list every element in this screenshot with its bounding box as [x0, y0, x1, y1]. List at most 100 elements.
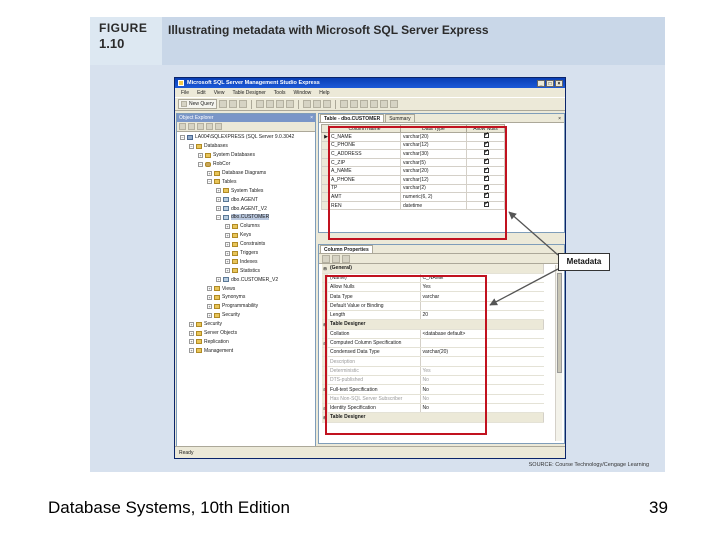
tree-node[interactable]: + Statistics: [177, 266, 315, 275]
toolbar-button[interactable]: [390, 100, 399, 108]
tree-node[interactable]: + dbo.AGENT_V2: [177, 204, 315, 213]
expand-icon[interactable]: +: [216, 188, 221, 194]
tree-node[interactable]: + dbo.CUSTOMER_V2: [177, 275, 315, 284]
categorized-icon[interactable]: [322, 254, 330, 263]
expand-icon[interactable]: +: [189, 339, 194, 345]
tab-table-customer[interactable]: Table - dbo.CUSTOMER: [320, 114, 385, 122]
menu-item-table-designer[interactable]: Table Designer: [232, 90, 265, 96]
close-icon[interactable]: ×: [555, 79, 563, 87]
expand-icon[interactable]: +: [189, 321, 194, 327]
toolbar-button[interactable]: [276, 100, 285, 108]
expand-icon[interactable]: +: [225, 232, 230, 238]
figure-header: FIGURE 1.10 Illustrating metadata with M…: [90, 17, 665, 65]
tab-column-properties[interactable]: Column Properties: [320, 245, 373, 253]
toolbar-button[interactable]: [360, 100, 369, 108]
filter-icon[interactable]: [215, 123, 222, 130]
tree-node-label: Server Objects: [204, 330, 238, 337]
tree-node[interactable]: + dbo.AGENT: [177, 195, 315, 204]
toolbar-button[interactable]: [256, 100, 265, 108]
toolbar-button[interactable]: [313, 100, 322, 108]
tree-node[interactable]: + Synonyms: [177, 293, 315, 302]
toolbar-button[interactable]: [266, 100, 275, 108]
menu-item-view[interactable]: View: [214, 90, 225, 96]
tree-node[interactable]: + Management: [177, 346, 315, 355]
expand-icon[interactable]: +: [216, 197, 221, 203]
alphabetical-icon[interactable]: [332, 254, 340, 263]
expand-icon[interactable]: +: [216, 206, 221, 212]
collapse-icon[interactable]: −: [207, 179, 212, 185]
expand-icon[interactable]: +: [216, 277, 221, 283]
window-titlebar[interactable]: Microsoft SQL Server Management Studio E…: [175, 78, 565, 88]
expand-icon[interactable]: +: [207, 170, 212, 176]
expand-icon[interactable]: +: [225, 223, 230, 229]
menu-item-window[interactable]: Window: [293, 90, 311, 96]
menu-item-tools[interactable]: Tools: [274, 90, 286, 96]
expand-icon[interactable]: +: [207, 303, 212, 309]
expand-icon[interactable]: +: [189, 348, 194, 354]
maximize-icon[interactable]: □: [546, 79, 554, 87]
tree-node[interactable]: + System Tables: [177, 186, 315, 195]
toolbar-button[interactable]: [380, 100, 389, 108]
tree-node[interactable]: + Indexes: [177, 257, 315, 266]
expand-icon[interactable]: +: [207, 286, 212, 292]
connect-icon[interactable]: [179, 123, 186, 130]
properties-scrollbar[interactable]: [555, 265, 562, 441]
tree-node[interactable]: − RobCor: [177, 160, 315, 169]
toolbar-button[interactable]: [323, 100, 332, 108]
refresh-icon[interactable]: [206, 123, 213, 130]
tree-node[interactable]: + Columns: [177, 222, 315, 231]
tree-node[interactable]: + System Databases: [177, 151, 315, 160]
toolbar-button[interactable]: [219, 100, 228, 108]
tree-node[interactable]: + Programmability: [177, 302, 315, 311]
expand-icon[interactable]: +: [225, 268, 230, 274]
disconnect-icon[interactable]: [188, 123, 195, 130]
new-query-button[interactable]: New Query: [178, 99, 218, 109]
tree-node-label: RobCor: [213, 161, 231, 168]
expand-icon[interactable]: +: [225, 250, 230, 256]
tree-node[interactable]: − LA004\SQLEXPRESS (SQL Server 9.0.3042: [177, 133, 315, 142]
close-icon[interactable]: ×: [558, 116, 561, 122]
expand-icon[interactable]: +: [207, 312, 212, 318]
expand-icon[interactable]: +: [207, 294, 212, 300]
collapse-icon[interactable]: −: [216, 214, 221, 220]
expand-icon[interactable]: +: [189, 330, 194, 336]
close-icon[interactable]: ×: [310, 114, 313, 122]
tree-node-label: Security: [222, 312, 241, 319]
toolbar-button[interactable]: [229, 100, 238, 108]
toolbar-button[interactable]: [370, 100, 379, 108]
tree-node[interactable]: − dbo.CUSTOMER: [177, 213, 315, 222]
property-category[interactable]: ⊟ (General): [322, 264, 544, 274]
tree-node[interactable]: + Triggers: [177, 249, 315, 258]
toolbar-button[interactable]: [239, 100, 248, 108]
minimize-icon[interactable]: _: [537, 79, 545, 87]
menu-item-help[interactable]: Help: [319, 90, 329, 96]
tree-node[interactable]: − Tables: [177, 177, 315, 186]
toolbar-button[interactable]: [350, 100, 359, 108]
collapse-icon[interactable]: −: [198, 161, 203, 167]
tree-node[interactable]: − Databases: [177, 142, 315, 151]
tree-node-label: LA004\SQLEXPRESS (SQL Server 9.0.3042: [195, 134, 295, 141]
stop-icon[interactable]: [197, 123, 204, 130]
tree-node[interactable]: + Constraints: [177, 240, 315, 249]
figure: FIGURE 1.10 Illustrating metadata with M…: [90, 17, 665, 472]
property-pages-icon[interactable]: [342, 254, 350, 263]
expand-icon[interactable]: +: [225, 259, 230, 265]
tree-node[interactable]: + Security: [177, 311, 315, 320]
scrollbar-thumb[interactable]: [557, 273, 562, 373]
collapse-icon[interactable]: −: [180, 134, 185, 140]
menu-item-edit[interactable]: Edit: [197, 90, 206, 96]
tree-node[interactable]: + Keys: [177, 231, 315, 240]
toolbar-button[interactable]: [286, 100, 295, 108]
toolbar-button[interactable]: [303, 100, 312, 108]
menu-item-file[interactable]: File: [181, 90, 189, 96]
tab-summary[interactable]: Summary: [385, 114, 415, 122]
collapse-icon[interactable]: −: [189, 143, 194, 149]
tree-node[interactable]: + Replication: [177, 337, 315, 346]
tree-node[interactable]: + Server Objects: [177, 329, 315, 338]
tree-node[interactable]: + Database Diagrams: [177, 169, 315, 178]
tree-node[interactable]: + Security: [177, 320, 315, 329]
expand-icon[interactable]: +: [198, 152, 203, 158]
expand-icon[interactable]: +: [225, 241, 230, 247]
tree-node[interactable]: + Views: [177, 284, 315, 293]
toolbar-button[interactable]: [340, 100, 349, 108]
